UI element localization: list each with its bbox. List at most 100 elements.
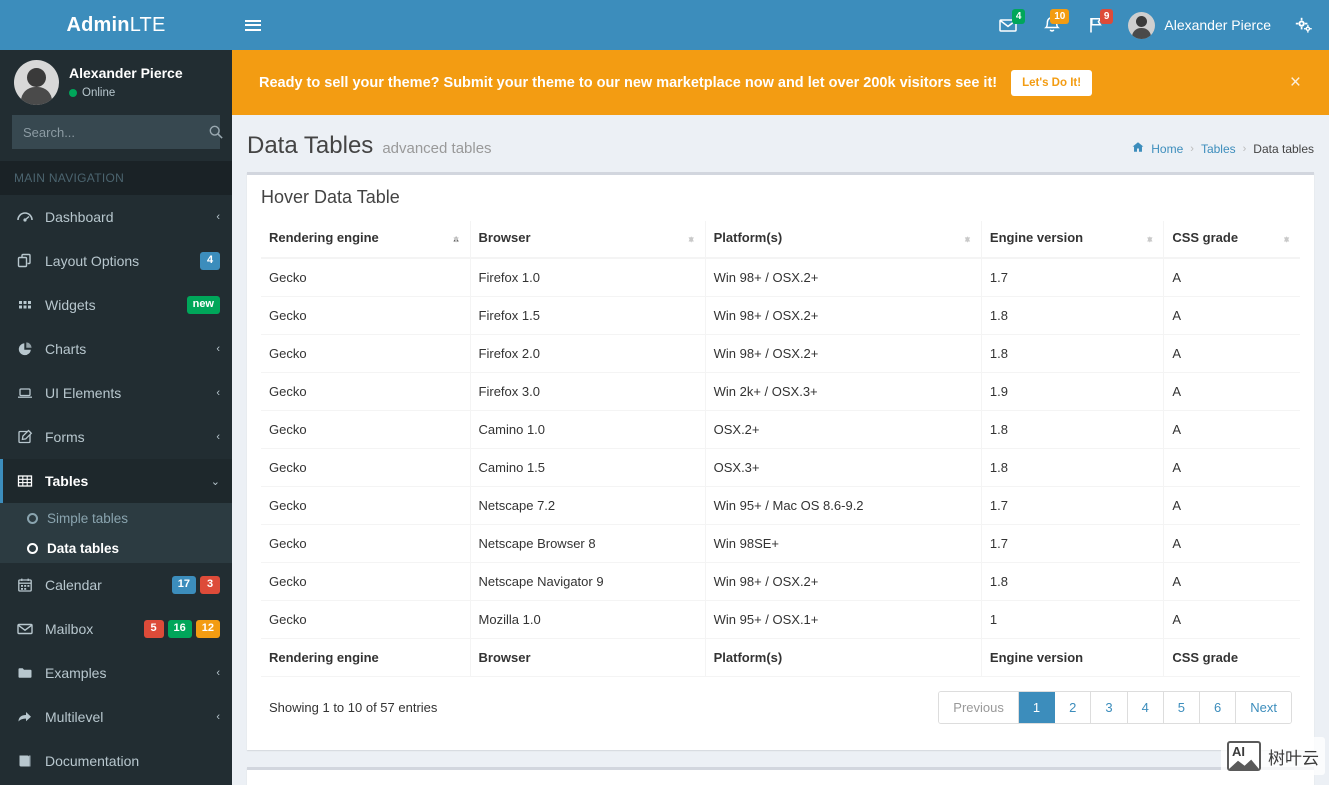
watermark-badge: AI (1232, 744, 1245, 759)
table-cell: A (1163, 372, 1300, 411)
table-row[interactable]: Gecko Firefox 3.0 Win 2k+ / OSX.3+ 1.9 A (261, 372, 1300, 411)
navbar-user-name: Alexander Pierce (1164, 17, 1271, 33)
badge: 4 (200, 252, 220, 270)
table-cell: A (1163, 410, 1300, 449)
pagination-button-6[interactable]: 6 (1200, 692, 1237, 723)
hamburger-icon[interactable] (232, 0, 274, 50)
control-sidebar-icon[interactable] (1283, 0, 1323, 50)
table-row[interactable]: Gecko Netscape 7.2 Win 95+ / Mac OS 8.6-9.… (261, 486, 1300, 525)
sidebar-item-tables[interactable]: Tables ⌄ (0, 459, 232, 503)
status-label: Online (82, 86, 116, 99)
brand-bold: Admin (66, 13, 130, 36)
table-cell: Win 98+ / OSX.2+ (705, 334, 982, 373)
sidebar-item-data-tables[interactable]: Data tables (0, 533, 232, 563)
pagination-button-4[interactable]: 4 (1127, 692, 1164, 723)
sidebar-item-charts[interactable]: Charts ‹ (0, 327, 232, 371)
nav-section-header: MAIN NAVIGATION (0, 161, 232, 195)
card-header: Hover Data Table (247, 175, 1314, 221)
table-cell: 1.7 (981, 486, 1165, 525)
breadcrumb-separator: › (1190, 142, 1194, 155)
sidebar-item-calendar[interactable]: Calendar 17 3 (0, 563, 232, 607)
table-cell: 1.7 (981, 257, 1165, 297)
column-header-platforms[interactable]: Platform(s) ▲ ▼ (705, 221, 982, 259)
column-label: Browser (478, 230, 531, 245)
table-cell: 1.8 (981, 296, 1165, 335)
breadcrumb: Home › Tables › Data tables (1132, 141, 1314, 156)
search-icon[interactable] (209, 116, 223, 148)
sidebar-user-name: Alexander Pierce (69, 64, 183, 81)
table-row[interactable]: Gecko Camino 1.0 OSX.2+ 1.8 A (261, 410, 1300, 449)
sidebar-item-label: Dashboard (45, 209, 114, 225)
table-cell: Win 2k+ / OSX.3+ (705, 372, 982, 411)
brand-logo[interactable]: Admin LTE (0, 0, 232, 50)
sidebar-search[interactable] (12, 115, 223, 149)
sidebar-item-documentation[interactable]: Documentation (0, 739, 232, 783)
page-subtitle: advanced tables (382, 140, 492, 157)
pagination-button-5[interactable]: 5 (1163, 692, 1201, 723)
table-cell: A (1163, 334, 1300, 373)
table-row[interactable]: Gecko Firefox 1.5 Win 98+ / OSX.2+ 1.8 A (261, 296, 1300, 335)
table-cell: Camino 1.0 (470, 410, 706, 449)
sidebar-item-ui-elements[interactable]: UI Elements ‹ (0, 371, 232, 415)
search-input[interactable] (13, 124, 209, 140)
table-cell: Gecko (261, 486, 471, 525)
sidebar-item-mailbox[interactable]: Mailbox 5 16 12 (0, 607, 232, 651)
data-table-card: Hover Data Table Rendering engine ▲ ▼ Bro… (247, 172, 1314, 750)
sidebar-item-widgets[interactable]: Widgets new (0, 283, 232, 327)
sidebar: AdminLTE Alexander Pierce Online MAIN NA… (0, 0, 232, 785)
sidebar-nav: Dashboard ‹ Layout Options 4 Widgets new (0, 195, 232, 783)
sidebar-subitem-label: Data tables (47, 540, 120, 556)
banner-cta-button[interactable]: Let's Do It! (1011, 69, 1093, 96)
card-title: Hover Data Table (261, 187, 400, 207)
badge: 16 (167, 620, 192, 638)
tasks-icon[interactable]: 9 (1074, 0, 1118, 50)
notifications-count: 10 (1050, 9, 1070, 24)
sidebar-item-label: Tables (45, 473, 89, 489)
messages-count: 4 (1011, 9, 1026, 24)
sidebar-item-multilevel[interactable]: Multilevel ‹ (0, 695, 232, 739)
table-row[interactable]: Gecko Camino 1.5 OSX.3+ 1.8 A (261, 448, 1300, 487)
breadcrumb-item-home[interactable]: Home (1151, 142, 1183, 156)
footer-cell: Engine version (981, 638, 1165, 677)
close-icon[interactable]: × (1280, 72, 1311, 94)
pagination-button-1[interactable]: 1 (1018, 692, 1056, 723)
avatar (14, 60, 59, 105)
layers-icon (17, 253, 39, 269)
table-row[interactable]: Gecko Firefox 1.0 Win 98+ / OSX.2+ 1.7 A (261, 257, 1300, 297)
table-cell: 1.8 (981, 562, 1165, 601)
table-cell: Win 98+ / OSX.2+ (705, 562, 982, 601)
table-cell: A (1163, 448, 1300, 487)
sidebar-item-label: Mailbox (45, 621, 94, 637)
sidebar-item-simple-tables[interactable]: Simple tables (0, 503, 232, 533)
column-header-css-grade[interactable]: CSS grade ▲ ▼ (1163, 221, 1300, 259)
table-row[interactable]: Gecko Netscape Navigator 9 Win 98+ / OSX.2… (261, 562, 1300, 601)
navbar-user-menu[interactable]: Alexander Pierce (1118, 0, 1283, 50)
footer-cell: Rendering engine (261, 638, 471, 677)
badge: 5 (143, 620, 164, 638)
pie-chart-icon (17, 341, 39, 357)
column-label: Engine version (989, 230, 1084, 245)
pagination-button-3[interactable]: 3 (1091, 692, 1128, 723)
table-row[interactable]: Gecko Mozilla 1.0 Win 95+ / OSX.1+ 1 A (261, 600, 1300, 639)
notifications-icon[interactable]: 10 (1030, 0, 1074, 50)
column-header-rendering-engine[interactable]: Rendering engine ▲ ▼ (261, 221, 471, 259)
sidebar-user-panel[interactable]: Alexander Pierce Online (0, 50, 232, 115)
column-header-engine-version[interactable]: Engine version ▲ ▼ (981, 221, 1165, 259)
breadcrumb-item-tables[interactable]: Tables (1201, 142, 1236, 156)
sidebar-item-layout-options[interactable]: Layout Options 4 (0, 239, 232, 283)
column-header-browser[interactable]: Browser ▲ ▼ (470, 221, 706, 259)
pagination-button-2[interactable]: 2 (1055, 692, 1092, 723)
sidebar-item-forms[interactable]: Forms ‹ (0, 415, 232, 459)
table-footer-controls: Showing 1 to 10 of 57 entries Previous 1 2… (261, 677, 1300, 740)
chevron-left-icon: ‹ (216, 387, 220, 399)
messages-icon[interactable]: 4 (986, 0, 1030, 50)
sidebar-item-examples[interactable]: Examples ‹ (0, 651, 232, 695)
table-cell: A (1163, 486, 1300, 525)
table-cell: Firefox 1.0 (470, 257, 706, 297)
chevron-left-icon: ‹ (216, 211, 220, 223)
table-row[interactable]: Gecko Firefox 2.0 Win 98+ / OSX.2+ 1.8 A (261, 334, 1300, 373)
table-cell: 1 (981, 600, 1165, 639)
pagination-button-next[interactable]: Next (1236, 692, 1291, 723)
sidebar-item-dashboard[interactable]: Dashboard ‹ (0, 195, 232, 239)
table-row[interactable]: Gecko Netscape Browser 8 Win 98SE+ 1.7 A (261, 524, 1300, 563)
